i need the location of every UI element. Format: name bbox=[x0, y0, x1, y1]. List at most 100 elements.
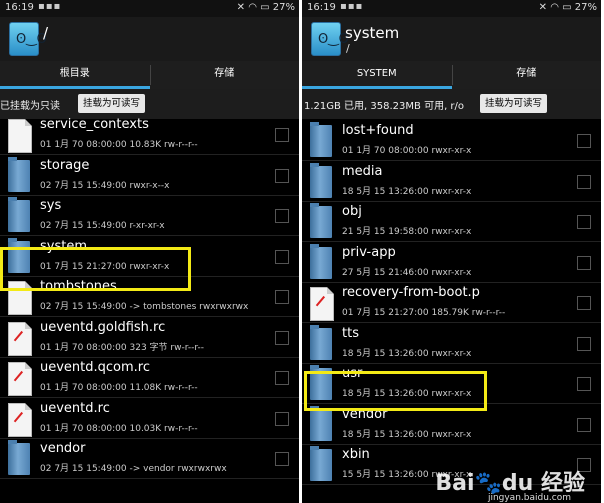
folder-icon bbox=[310, 324, 332, 360]
folder-icon bbox=[310, 243, 332, 279]
tab-bar: 根目录 存储 bbox=[0, 61, 299, 89]
item-meta: 21 5月 15 19:58:00 rwxr-xr-x bbox=[342, 227, 472, 237]
list-item[interactable]: ueventd.goldfish.rc 01 1月 70 08:00:00 323… bbox=[0, 318, 299, 358]
select-checkbox[interactable] bbox=[275, 249, 289, 264]
list-item[interactable]: recovery-from-boot.p 01 7月 15 21:27:00 18… bbox=[302, 283, 601, 323]
item-meta: 02 7月 15 15:49:00 -> tombstones rwxrwxrw… bbox=[40, 302, 249, 312]
select-checkbox[interactable] bbox=[577, 134, 591, 148]
list-item[interactable]: vendor 02 7月 15 15:49:00 -> vendor rwxrwx… bbox=[0, 439, 299, 479]
item-name: vendor bbox=[40, 441, 86, 456]
path-subtitle: / bbox=[346, 42, 350, 55]
battery-icon: ▭ bbox=[562, 2, 572, 13]
select-checkbox[interactable] bbox=[275, 452, 289, 466]
list-item[interactable]: sys 02 7月 15 15:49:00 r-xr-xr-x bbox=[0, 196, 299, 236]
item-name: tts bbox=[342, 325, 359, 341]
item-name: recovery-from-boot.p bbox=[342, 285, 480, 300]
mount-info-bar: 1.21GB 已用, 358.23MB 可用, r/o 挂载为可读写 bbox=[302, 89, 601, 119]
mount-rw-button[interactable]: 挂载为可读写 bbox=[78, 94, 146, 113]
storage-usage-text: 1.21GB 已用, 358.23MB 可用, r/o bbox=[304, 101, 465, 112]
watermark-url: jingyan.baidu.com bbox=[487, 493, 571, 503]
select-checkbox[interactable] bbox=[275, 330, 289, 345]
select-checkbox[interactable] bbox=[275, 411, 289, 426]
battery-percent: 27% bbox=[574, 2, 597, 13]
right-screenshot: 16:19 ▪▪▪ ✕ ◠ ▭ 27% ʘ‿ʘ system / SYSTEM … bbox=[302, 0, 601, 503]
tab-storage[interactable]: 存储 bbox=[452, 61, 602, 87]
mount-status-text: 已挂载为只读 bbox=[0, 101, 60, 112]
mute-icon: ✕ bbox=[538, 2, 548, 13]
select-checkbox[interactable] bbox=[577, 417, 591, 432]
folder-icon bbox=[8, 156, 30, 192]
tab-bar: SYSTEM 存储 bbox=[302, 61, 601, 89]
list-item[interactable]: lost+found 01 1月 70 08:00:00 rwxr-xr-x bbox=[302, 121, 601, 161]
item-name: priv-app bbox=[342, 244, 396, 260]
status-time: 16:19 bbox=[307, 2, 336, 13]
item-meta: 02 7月 15 15:49:00 rwxr-x--x bbox=[40, 180, 170, 191]
list-item[interactable]: tts 18 5月 15 13:26:00 rwxr-xr-x bbox=[302, 324, 601, 364]
item-name: media bbox=[342, 163, 383, 179]
item-meta: 27 5月 15 21:46:00 rwxr-xr-x bbox=[342, 267, 472, 278]
folder-icon bbox=[310, 122, 332, 157]
select-checkbox[interactable] bbox=[275, 209, 289, 223]
select-checkbox[interactable] bbox=[577, 215, 591, 229]
folder-icon bbox=[8, 440, 30, 475]
list-item[interactable]: service_contexts 01 1月 70 08:00:00 10.83K… bbox=[0, 115, 299, 155]
folder-icon bbox=[310, 446, 332, 481]
item-meta: 18 5月 15 13:26:00 rwxr-xr-x bbox=[342, 429, 472, 440]
file-icon bbox=[8, 362, 33, 396]
path-title: / bbox=[43, 24, 49, 42]
mute-icon: ✕ bbox=[236, 2, 246, 13]
item-name: ueventd.qcom.rc bbox=[40, 360, 151, 375]
app-icon[interactable]: ʘ‿ʘ bbox=[9, 22, 47, 56]
select-checkbox[interactable] bbox=[577, 296, 591, 310]
list-item[interactable]: storage 02 7月 15 15:49:00 rwxr-x--x bbox=[0, 156, 299, 196]
mount-rw-button[interactable]: 挂载为可读写 bbox=[480, 94, 548, 113]
item-name: ueventd.goldfish.rc bbox=[40, 319, 166, 335]
item-name: xbin bbox=[342, 447, 370, 462]
list-item[interactable]: ueventd.rc 01 1月 70 08:00:00 10.03K rw-r-… bbox=[0, 399, 299, 439]
path-title: system bbox=[345, 24, 400, 42]
list-item[interactable]: media 18 5月 15 13:26:00 rwxr-xr-x bbox=[302, 162, 601, 202]
tab-root[interactable]: 根目录 bbox=[0, 61, 150, 87]
item-name: service_contexts bbox=[40, 117, 149, 132]
item-name: storage bbox=[40, 157, 90, 173]
item-meta: 01 1月 70 08:00:00 10.03K rw-r--r-- bbox=[40, 423, 198, 434]
wifi-icon: ◠ bbox=[248, 2, 257, 13]
left-screenshot: 16:19 ▪▪▪ ✕ ◠ ▭ 27% ʘ‿ʘ / 根目录 存储 已挂载为只读 … bbox=[0, 0, 299, 503]
item-meta: 01 1月 70 08:00:00 rwxr-xr-x bbox=[342, 146, 472, 156]
status-bar: 16:19 ▪▪▪ ✕ ◠ ▭ 27% bbox=[0, 0, 299, 17]
status-right: ✕ ◠ ▭ 27% bbox=[539, 2, 597, 13]
select-checkbox[interactable] bbox=[275, 128, 289, 142]
app-header: ʘ‿ʘ system / bbox=[302, 17, 601, 61]
list-item[interactable]: obj 21 5月 15 19:58:00 rwxr-xr-x bbox=[302, 202, 601, 242]
status-bar: 16:19 ▪▪▪ ✕ ◠ ▭ 27% bbox=[302, 0, 601, 17]
folder-icon bbox=[310, 405, 332, 441]
list-item[interactable]: priv-app 27 5月 15 21:46:00 rwxr-xr-x bbox=[302, 243, 601, 283]
folder-icon bbox=[8, 197, 30, 232]
item-meta: 02 7月 15 15:49:00 r-xr-xr-x bbox=[40, 221, 165, 231]
notification-icons: ▪▪▪ bbox=[38, 1, 62, 12]
tab-divider bbox=[451, 65, 453, 85]
item-name: obj bbox=[342, 204, 362, 219]
item-meta: 01 7月 15 21:27:00 185.79K rw-r--r-- bbox=[342, 308, 506, 318]
select-checkbox[interactable] bbox=[577, 255, 591, 270]
item-meta: 01 1月 70 08:00:00 10.83K rw-r--r-- bbox=[40, 140, 198, 150]
status-right: ✕ ◠ ▭ 27% bbox=[237, 2, 295, 13]
file-icon bbox=[8, 321, 33, 356]
select-checkbox[interactable] bbox=[577, 336, 591, 351]
select-checkbox[interactable] bbox=[275, 290, 289, 304]
app-header: ʘ‿ʘ / bbox=[0, 17, 299, 61]
tab-system[interactable]: SYSTEM bbox=[302, 61, 452, 87]
folder-icon bbox=[310, 162, 332, 198]
tab-storage[interactable]: 存储 bbox=[150, 61, 300, 87]
item-meta: 18 5月 15 13:26:00 rwxr-xr-x bbox=[342, 186, 472, 197]
row-divider bbox=[0, 478, 299, 479]
item-name: ueventd.rc bbox=[40, 400, 110, 416]
file-icon bbox=[8, 402, 33, 437]
select-checkbox[interactable] bbox=[577, 377, 591, 391]
select-checkbox[interactable] bbox=[275, 168, 289, 183]
select-checkbox[interactable] bbox=[275, 371, 289, 385]
list-item[interactable]: ueventd.qcom.rc 01 1月 70 08:00:00 11.08K … bbox=[0, 358, 299, 398]
item-meta: 02 7月 15 15:49:00 -> vendor rwxrwxrwx bbox=[40, 464, 227, 474]
select-checkbox[interactable] bbox=[577, 174, 591, 189]
app-icon[interactable]: ʘ‿ʘ bbox=[311, 22, 349, 56]
